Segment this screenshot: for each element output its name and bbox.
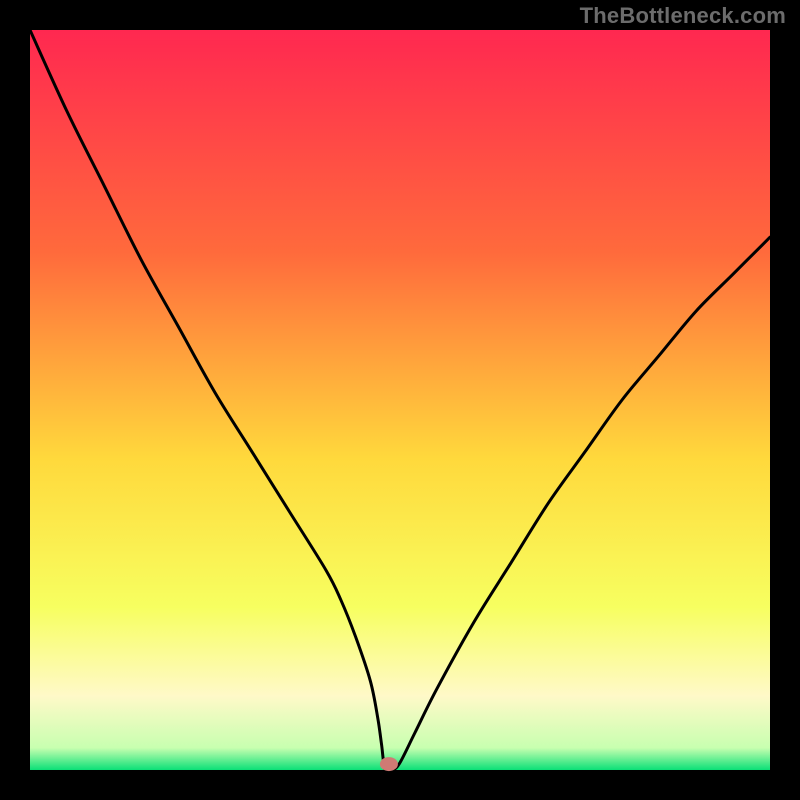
plot-background xyxy=(30,30,770,770)
chart-container: TheBottleneck.com xyxy=(0,0,800,800)
bottleneck-chart xyxy=(0,0,800,800)
optimal-point-marker xyxy=(380,757,398,771)
